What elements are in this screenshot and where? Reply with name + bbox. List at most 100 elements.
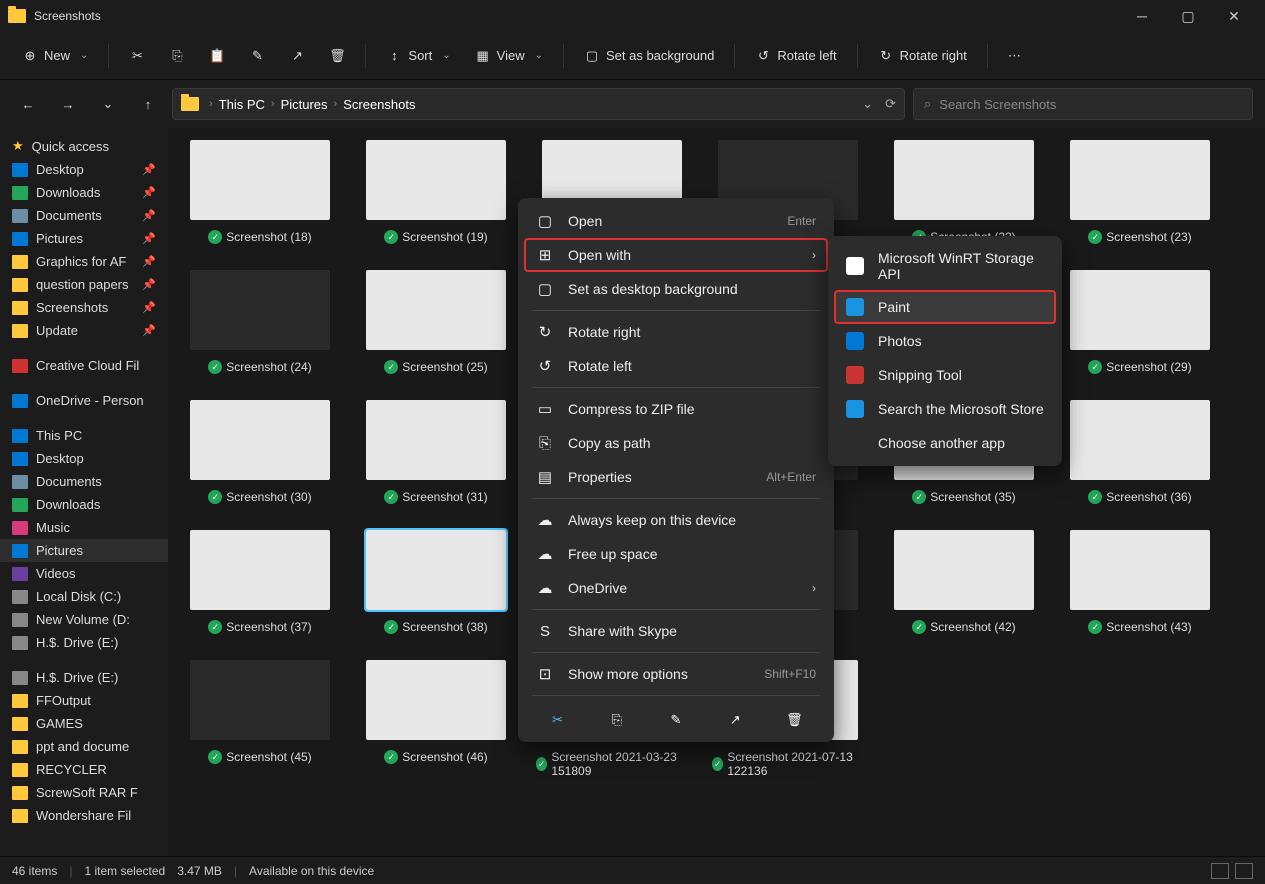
back-button[interactable]: ← [12,88,44,120]
sidebar-item[interactable]: ScrewSoft RAR F [0,781,168,804]
sidebar-item[interactable]: Downloads📌 [0,181,168,204]
file-item[interactable]: ✓Screenshot (30) [184,400,336,504]
file-item[interactable]: ✓Screenshot (42) [888,530,1040,634]
context-menu-item[interactable]: ☁Always keep on this device [524,503,828,537]
context-menu-item[interactable]: ⊞Open with› [524,238,828,272]
submenu-item[interactable]: Snipping Tool [834,358,1056,392]
breadcrumb-pictures[interactable]: Pictures [281,97,328,112]
copy-icon[interactable]: ⎘ [607,710,627,730]
more-button[interactable]: ⋯ [998,42,1031,70]
rename-icon[interactable]: ✎ [666,710,686,730]
sidebar-item[interactable]: Downloads [0,493,168,516]
minimize-button[interactable]: ─ [1119,0,1165,32]
view-button[interactable]: ▦ View ⌄ [465,42,553,70]
context-menu-item[interactable]: ↺Rotate left [524,349,828,383]
sort-button[interactable]: ↕ Sort ⌄ [376,42,460,70]
details-view-button[interactable] [1211,863,1229,879]
file-item[interactable]: ✓Screenshot (18) [184,140,336,244]
rotate-left-icon: ↺ [755,48,771,64]
new-button[interactable]: ⊕ New ⌄ [12,42,98,70]
sidebar-item[interactable]: Update📌 [0,319,168,342]
sidebar-item[interactable]: question papers📌 [0,273,168,296]
context-menu-item[interactable]: ↻Rotate right [524,315,828,349]
sidebar-quick-access[interactable]: ★Quick access [0,134,168,158]
maximize-button[interactable]: ▢ [1165,0,1211,32]
sidebar-item[interactable]: RECYCLER [0,758,168,781]
forward-button[interactable]: → [52,88,84,120]
file-item[interactable]: ✓Screenshot (19) [360,140,512,244]
context-menu-item[interactable]: ⎘Copy as path [524,426,828,460]
sidebar-item[interactable]: New Volume (D: [0,608,168,631]
sidebar-item[interactable]: Documents📌 [0,204,168,227]
submenu-item[interactable]: Photos [834,324,1056,358]
file-item[interactable]: ✓Screenshot (38) [360,530,512,634]
sidebar-item[interactable]: Pictures [0,539,168,562]
file-item[interactable]: ✓Screenshot (36) [1064,400,1216,504]
file-item[interactable]: ✓Screenshot (22) [888,140,1040,244]
context-menu-item[interactable]: ▭Compress to ZIP file [524,392,828,426]
rotate-left-button[interactable]: ↺ Rotate left [745,42,846,70]
set-background-button[interactable]: ▢ Set as background [574,42,724,70]
submenu-item[interactable]: Paint [834,290,1056,324]
delete-button[interactable]: 🗑 [319,42,355,70]
sidebar-item[interactable]: Wondershare Fil [0,804,168,827]
close-button[interactable]: ✕ [1211,0,1257,32]
sidebar-item[interactable]: Creative Cloud Fil [0,354,168,377]
trash-icon[interactable]: 🗑 [784,710,804,730]
cut-icon: ✂ [129,48,145,64]
file-item[interactable]: ✓Screenshot (43) [1064,530,1216,634]
file-item[interactable]: ✓Screenshot (31) [360,400,512,504]
paste-button[interactable]: 📋 [199,42,235,70]
context-menu-item[interactable]: ▢OpenEnter [524,204,828,238]
sidebar-item[interactable]: Documents [0,470,168,493]
file-item[interactable]: ✓Screenshot (37) [184,530,336,634]
sidebar-item[interactable]: Local Disk (C:) [0,585,168,608]
sidebar-item[interactable]: This PC [0,424,168,447]
file-item[interactable]: ✓Screenshot (45) [184,660,336,778]
submenu-item[interactable]: Search the Microsoft Store [834,392,1056,426]
recent-button[interactable]: ⌄ [92,88,124,120]
file-item[interactable]: ✓Screenshot (29) [1064,270,1216,374]
chevron-down-icon[interactable]: ⌄ [862,96,873,112]
breadcrumb[interactable]: › This PC › Pictures › Screenshots ⌄ ⟳ [172,88,905,120]
file-item[interactable]: ✓Screenshot (25) [360,270,512,374]
context-menu-item[interactable]: ☁OneDrive› [524,571,828,605]
breadcrumb-thispc[interactable]: This PC [219,97,265,112]
search-input[interactable]: ⌕ Search Screenshots [913,88,1253,120]
sidebar-item[interactable]: Videos [0,562,168,585]
sidebar-item[interactable]: Music [0,516,168,539]
sidebar-item[interactable]: GAMES [0,712,168,735]
sidebar-item[interactable]: Desktop [0,447,168,470]
cut-button[interactable]: ✂ [119,42,155,70]
share-button[interactable]: ↗ [279,42,315,70]
copy-button[interactable]: ⎘ [159,42,195,70]
sidebar-item[interactable]: Desktop📌 [0,158,168,181]
up-button[interactable]: ↑ [132,88,164,120]
submenu-item[interactable]: Choose another app [834,426,1056,460]
sidebar-item[interactable]: OneDrive - Person [0,389,168,412]
cut-icon[interactable]: ✂ [548,710,568,730]
context-menu-item[interactable]: ⊡Show more optionsShift+F10 [524,657,828,691]
sidebar-item[interactable]: Pictures📌 [0,227,168,250]
context-menu-item[interactable]: SShare with Skype [524,614,828,648]
submenu-item[interactable]: Microsoft WinRT Storage API [834,242,1056,290]
file-item[interactable]: ✓Screenshot (24) [184,270,336,374]
sidebar-item[interactable]: Screenshots📌 [0,296,168,319]
file-item[interactable]: ✓Screenshot (46) [360,660,512,778]
refresh-icon[interactable]: ⟳ [885,96,896,112]
sidebar-item[interactable]: FFOutput [0,689,168,712]
menu-icon: ☁ [536,579,554,597]
context-menu-item[interactable]: ▤PropertiesAlt+Enter [524,460,828,494]
sidebar-item[interactable]: H.$. Drive (E:) [0,631,168,654]
sidebar-item[interactable]: H.$. Drive (E:) [0,666,168,689]
file-item[interactable]: ✓Screenshot (23) [1064,140,1216,244]
breadcrumb-screenshots[interactable]: Screenshots [343,97,415,112]
rotate-right-button[interactable]: ↻ Rotate right [868,42,977,70]
rename-button[interactable]: ✎ [239,42,275,70]
share-icon[interactable]: ↗ [725,710,745,730]
sidebar-item[interactable]: ppt and docume [0,735,168,758]
thumbnails-view-button[interactable] [1235,863,1253,879]
context-menu-item[interactable]: ☁Free up space [524,537,828,571]
context-menu-item[interactable]: ▢Set as desktop background [524,272,828,306]
sidebar-item[interactable]: Graphics for AF📌 [0,250,168,273]
